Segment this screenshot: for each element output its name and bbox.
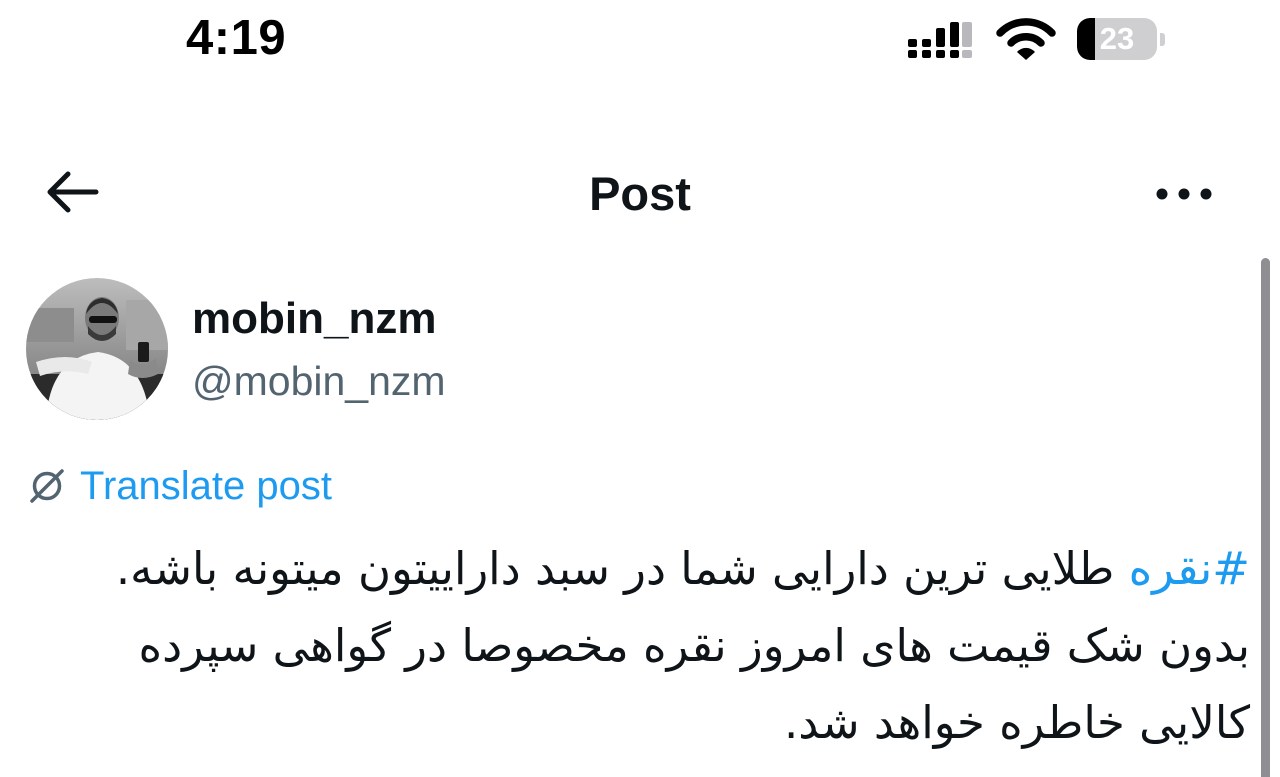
more-options-icon <box>1156 188 1212 200</box>
avatar[interactable] <box>26 278 168 420</box>
page-title: Post <box>589 167 691 220</box>
wifi-icon <box>996 18 1056 60</box>
battery-icon: 23 <box>1077 18 1165 60</box>
cellular-signal-icon <box>908 22 972 58</box>
author-handle[interactable]: @mobin_nzm <box>192 358 446 405</box>
avatar-photo <box>26 278 168 420</box>
battery-body: 23 <box>1077 18 1157 60</box>
more-options-button[interactable] <box>1148 176 1220 212</box>
status-time: 4:19 <box>186 11 287 65</box>
post-text: #نقره طلایی ترین دارایی شما در سبد دارای… <box>40 530 1250 761</box>
author-display-name[interactable]: mobin_nzm <box>192 294 436 344</box>
post-body-text: طلایی ترین دارایی شما در سبد داراییتون م… <box>115 542 1250 749</box>
scrollbar[interactable] <box>1261 258 1270 777</box>
post-screen: 4:19 23 Post mobin_nzm @mobin_nzm Transl… <box>0 0 1280 777</box>
translate-post-button[interactable]: Translate post <box>28 460 332 512</box>
translate-icon <box>30 469 64 503</box>
battery-cap <box>1160 33 1165 46</box>
translate-post-label: Translate post <box>80 463 332 508</box>
battery-level: 23 <box>1099 21 1135 56</box>
hashtag-link[interactable]: #نقره <box>1129 542 1250 595</box>
